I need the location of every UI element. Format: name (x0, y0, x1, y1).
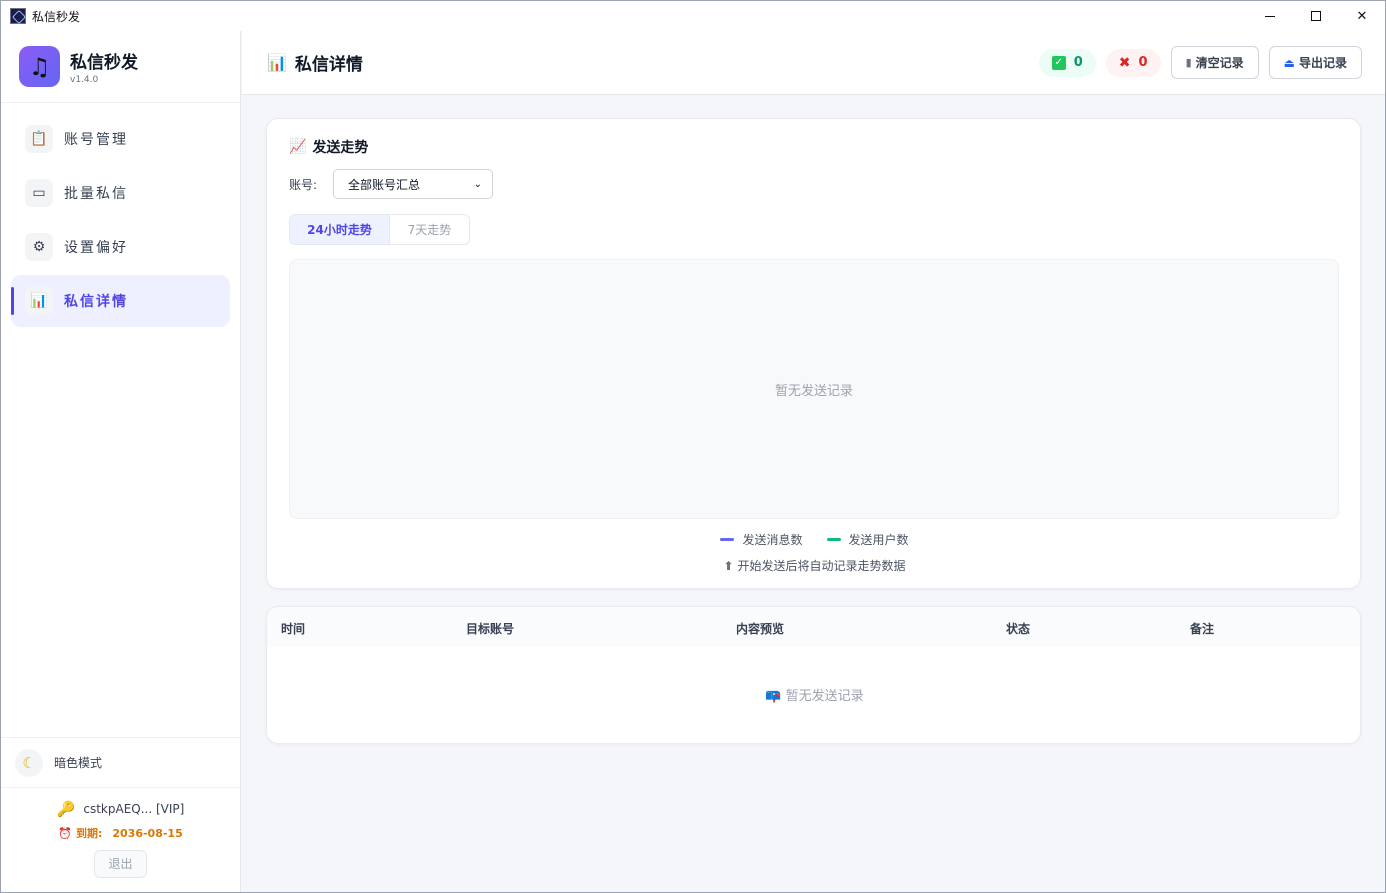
title-bar: 私信秒发 ✕ (1, 1, 1385, 31)
mailbox-icon: 📪 (765, 689, 782, 704)
trend-chart-area: 暂无发送记录 (289, 259, 1339, 519)
app-icon (10, 8, 26, 24)
close-button[interactable]: ✕ (1339, 1, 1385, 31)
page-header: 📊 私信详情 ✓ 0 ✖ 0 ▮ 清空记录 ⏏ 导出记录 (242, 31, 1385, 95)
trend-tabs: 24小时走势 7天走势 (289, 214, 470, 245)
sidebar-item-preferences[interactable]: ⚙ 设置偏好 (11, 221, 230, 273)
expire-info: ⏰ 到期: 2036-08-15 (1, 825, 240, 841)
column-header-note: 备注 (1190, 622, 1215, 636)
legend-swatch-messages (720, 538, 735, 541)
success-count-badge: ✓ 0 (1038, 48, 1096, 77)
sidebar-item-label: 批量私信 (64, 186, 128, 202)
trend-title: 发送走势 (312, 140, 369, 156)
clear-records-label: 清空记录 (1195, 56, 1244, 70)
legend-item-messages: 发送消息数 (720, 531, 803, 548)
account-label: cstkpAEQ... [VIP] (83, 802, 185, 816)
export-records-label: 导出记录 (1298, 56, 1347, 70)
account-select[interactable]: 全部账号汇总 ⌄ (333, 169, 494, 199)
sidebar-nav: 📋 账号管理 ▭ 批量私信 ⚙ 设置偏好 📊 私信详情 (1, 103, 240, 327)
column-header-target: 目标账号 (466, 622, 515, 636)
main-content: 📊 私信详情 ✓ 0 ✖ 0 ▮ 清空记录 ⏏ 导出记录 📈 发送走势 账号: … (242, 31, 1385, 892)
window-title: 私信秒发 (32, 9, 81, 24)
table-empty-text: 暂无发送记录 (785, 689, 864, 704)
account-info: 🔑 cstkpAEQ... [VIP] ⏰ 到期: 2036-08-15 退出 (1, 787, 240, 892)
alarm-clock-icon: ⏰ (58, 826, 72, 840)
key-icon: 🔑 (56, 800, 76, 818)
sidebar-item-message-details[interactable]: 📊 私信详情 (11, 275, 230, 327)
table-empty-state: 📪 暂无发送记录 (267, 685, 1360, 704)
fail-count-badge: ✖ 0 (1105, 48, 1161, 77)
legend-swatch-users (826, 538, 841, 541)
gear-icon: ⚙ (25, 233, 53, 261)
fail-count: 0 (1138, 55, 1148, 70)
close-icon: ✕ (1356, 8, 1368, 24)
account-select-value: 全部账号汇总 (348, 177, 421, 192)
chevron-down-icon: ⌄ (473, 178, 483, 190)
check-icon: ✓ (1051, 55, 1066, 70)
sidebar-item-batch-message[interactable]: ▭ 批量私信 (11, 167, 230, 219)
brand-name: 私信秒发 (70, 53, 138, 73)
brand-version: v1.4.0 (70, 75, 99, 85)
clear-records-button[interactable]: ▮ 清空记录 (1170, 46, 1259, 79)
table-header: 时间 目标账号 内容预览 状态 备注 (267, 607, 1360, 647)
dark-mode-toggle[interactable]: ☾ 暗色模式 (1, 737, 240, 787)
trend-chart-icon: 📈 (289, 139, 307, 155)
column-header-time: 时间 (281, 622, 306, 636)
up-arrow-icon: ⬆ (723, 559, 734, 573)
message-box-icon: ▭ (25, 179, 53, 207)
trend-hint-text: 开始发送后将自动记录走势数据 (737, 559, 906, 573)
column-header-status: 状态 (1006, 622, 1031, 636)
trend-hint: ⬆ 开始发送后将自动记录走势数据 (267, 557, 1362, 574)
legend-label: 发送消息数 (742, 533, 803, 547)
trend-card: 📈 发送走势 账号: 全部账号汇总 ⌄ 24小时走势 7天走势 暂无发送记录 发… (266, 118, 1361, 589)
bar-chart-icon: 📊 (267, 53, 287, 72)
tab-24h[interactable]: 24小时走势 (290, 215, 389, 244)
expire-label: 到期: (75, 827, 103, 840)
app-window: 私信秒发 ✕ ♫ 私信秒发 v1.4.0 📋 账号管理 ▭ 批量私信 ⚙ 设置偏 (0, 0, 1386, 893)
sidebar: ♫ 私信秒发 v1.4.0 📋 账号管理 ▭ 批量私信 ⚙ 设置偏好 📊 私信详… (1, 31, 241, 892)
bar-chart-icon: 📊 (25, 287, 53, 315)
dark-mode-label: 暗色模式 (54, 756, 103, 770)
page-title: 私信详情 (294, 55, 363, 75)
maximize-icon (1311, 11, 1321, 21)
music-note-icon: ♫ (19, 46, 60, 87)
clipboard-icon: 📋 (25, 125, 53, 153)
tab-7d[interactable]: 7天走势 (389, 215, 469, 244)
chart-legend: 发送消息数 发送用户数 (267, 531, 1362, 548)
cross-icon: ✖ (1118, 54, 1131, 71)
legend-label: 发送用户数 (848, 533, 909, 547)
account-select-label: 账号: (289, 177, 318, 192)
logout-button[interactable]: 退出 (94, 850, 147, 878)
moon-icon: ☾ (15, 748, 43, 777)
export-tray-icon: ⏏ (1283, 55, 1295, 70)
success-count: 0 (1073, 55, 1083, 70)
sidebar-item-label: 账号管理 (64, 132, 128, 148)
brand: ♫ 私信秒发 v1.4.0 (1, 31, 240, 103)
sidebar-bottom: ☾ 暗色模式 🔑 cstkpAEQ... [VIP] ⏰ 到期: 2036-08… (1, 737, 240, 892)
column-header-preview: 内容预览 (736, 622, 785, 636)
minimize-button[interactable] (1247, 1, 1293, 31)
minimize-icon (1265, 15, 1275, 17)
records-table: 时间 目标账号 内容预览 状态 备注 📪 暂无发送记录 (266, 606, 1361, 744)
sidebar-item-account-management[interactable]: 📋 账号管理 (11, 113, 230, 165)
chart-empty-text: 暂无发送记录 (774, 383, 853, 399)
trash-icon: ▮ (1185, 56, 1192, 69)
sidebar-item-label: 私信详情 (64, 294, 128, 310)
maximize-button[interactable] (1293, 1, 1339, 31)
legend-item-users: 发送用户数 (826, 531, 909, 548)
export-records-button[interactable]: ⏏ 导出记录 (1268, 46, 1362, 79)
sidebar-item-label: 设置偏好 (64, 240, 128, 256)
expire-date: 2036-08-15 (112, 826, 183, 840)
